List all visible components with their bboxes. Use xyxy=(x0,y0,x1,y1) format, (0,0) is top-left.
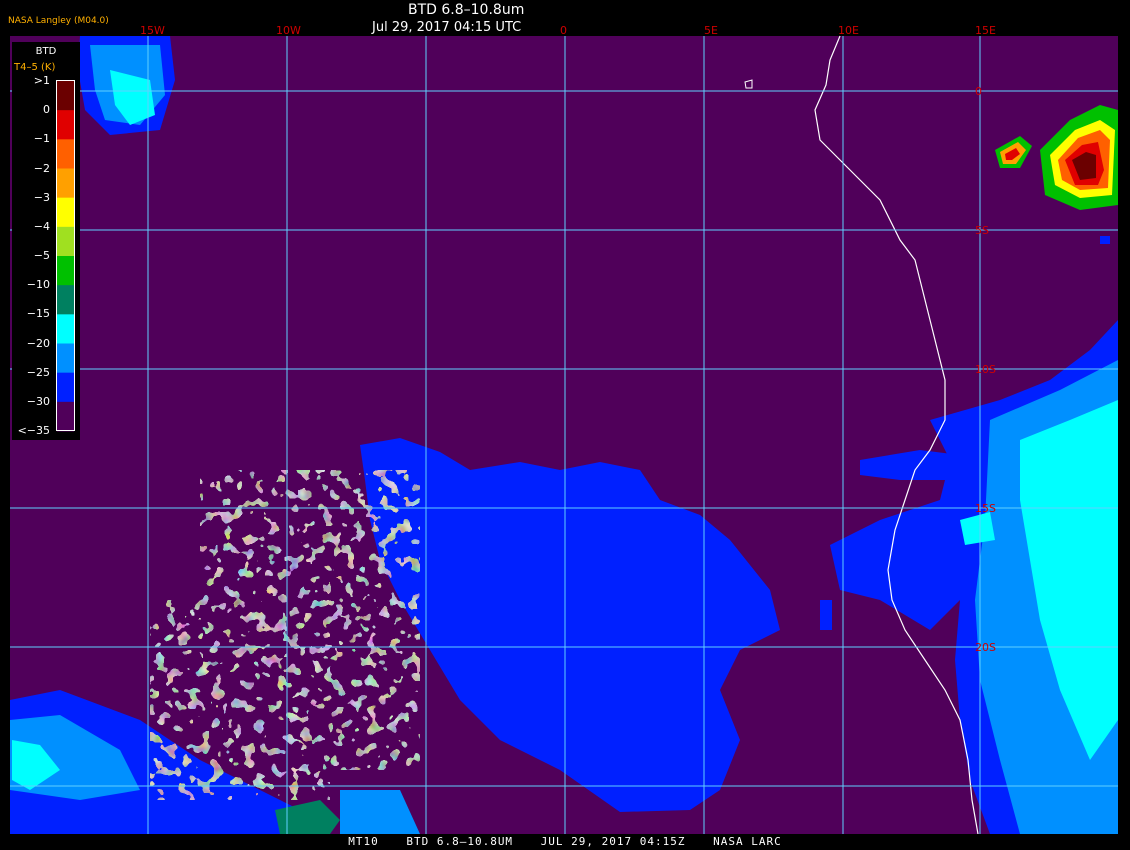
legend-swatch xyxy=(57,110,74,140)
lat-label: 0 xyxy=(975,85,982,98)
legend-swatch xyxy=(57,168,74,199)
lon-label: 0 xyxy=(560,24,567,37)
lon-label: 15E xyxy=(975,24,996,37)
legend-label: <−35 xyxy=(17,424,50,437)
lat-label: 5S xyxy=(975,224,989,237)
legend-swatch xyxy=(57,81,74,111)
legend-swatch xyxy=(57,226,74,257)
legend-swatch xyxy=(57,197,74,228)
legend-swatch xyxy=(57,343,74,374)
legend-colorbar xyxy=(56,80,75,432)
legend-swatch xyxy=(57,372,74,403)
timestamp: Jul 29, 2017 04:15 UTC xyxy=(372,20,522,35)
footer-date: JUL 29, 2017 04:15Z xyxy=(540,835,686,848)
legend-swatch xyxy=(57,314,74,344)
lon-label: 10E xyxy=(838,24,859,37)
satellite-map: 15W 10W 0 5E 10E 15E 0 5S 10S 15S 20S xyxy=(0,0,1130,850)
legend-swatch xyxy=(57,401,74,432)
footer-product: BTD 6.8–10.8UM xyxy=(406,835,514,848)
footer-bar: MT10 BTD 6.8–10.8UM JUL 29, 2017 04:15Z … xyxy=(0,834,1130,850)
legend-swatch xyxy=(57,139,74,169)
product-title: BTD 6.8–10.8um xyxy=(408,2,525,18)
legend-label: −1 xyxy=(33,132,50,146)
lon-label: 15W xyxy=(140,24,165,37)
footer-satellite: MT10 xyxy=(348,835,379,848)
legend-label: −2 xyxy=(33,161,50,175)
lon-label: 10W xyxy=(276,24,301,37)
legend-label: −5 xyxy=(33,249,50,262)
legend-label: −30 xyxy=(26,394,50,408)
legend-title: BTD xyxy=(35,46,57,57)
legend-label: −15 xyxy=(26,307,50,321)
agency-label: NASA Langley (M04.0) xyxy=(8,16,109,26)
legend-swatch xyxy=(57,256,74,286)
lat-label: 15S xyxy=(975,502,996,515)
lon-label: 5E xyxy=(704,24,718,37)
legend-label: −25 xyxy=(26,365,50,379)
legend-swatch xyxy=(57,285,74,315)
legend-subtitle: T4–5 (K) xyxy=(14,62,56,73)
footer-org: NASA LARC xyxy=(713,835,782,848)
legend-label: −20 xyxy=(26,336,50,350)
legend-label: −3 xyxy=(33,190,50,204)
color-legend: BTD T4–5 (K) >1 0 −1 −2 −3 −4 −5 −10 −15 −20 −25 −3… xyxy=(12,42,80,440)
lat-label: 10S xyxy=(975,363,996,376)
legend-label: 0 xyxy=(43,103,50,117)
lat-label: 20S xyxy=(975,641,996,654)
legend-label: −10 xyxy=(26,278,50,292)
legend-label: −4 xyxy=(33,219,50,233)
legend-label: >1 xyxy=(33,74,50,87)
